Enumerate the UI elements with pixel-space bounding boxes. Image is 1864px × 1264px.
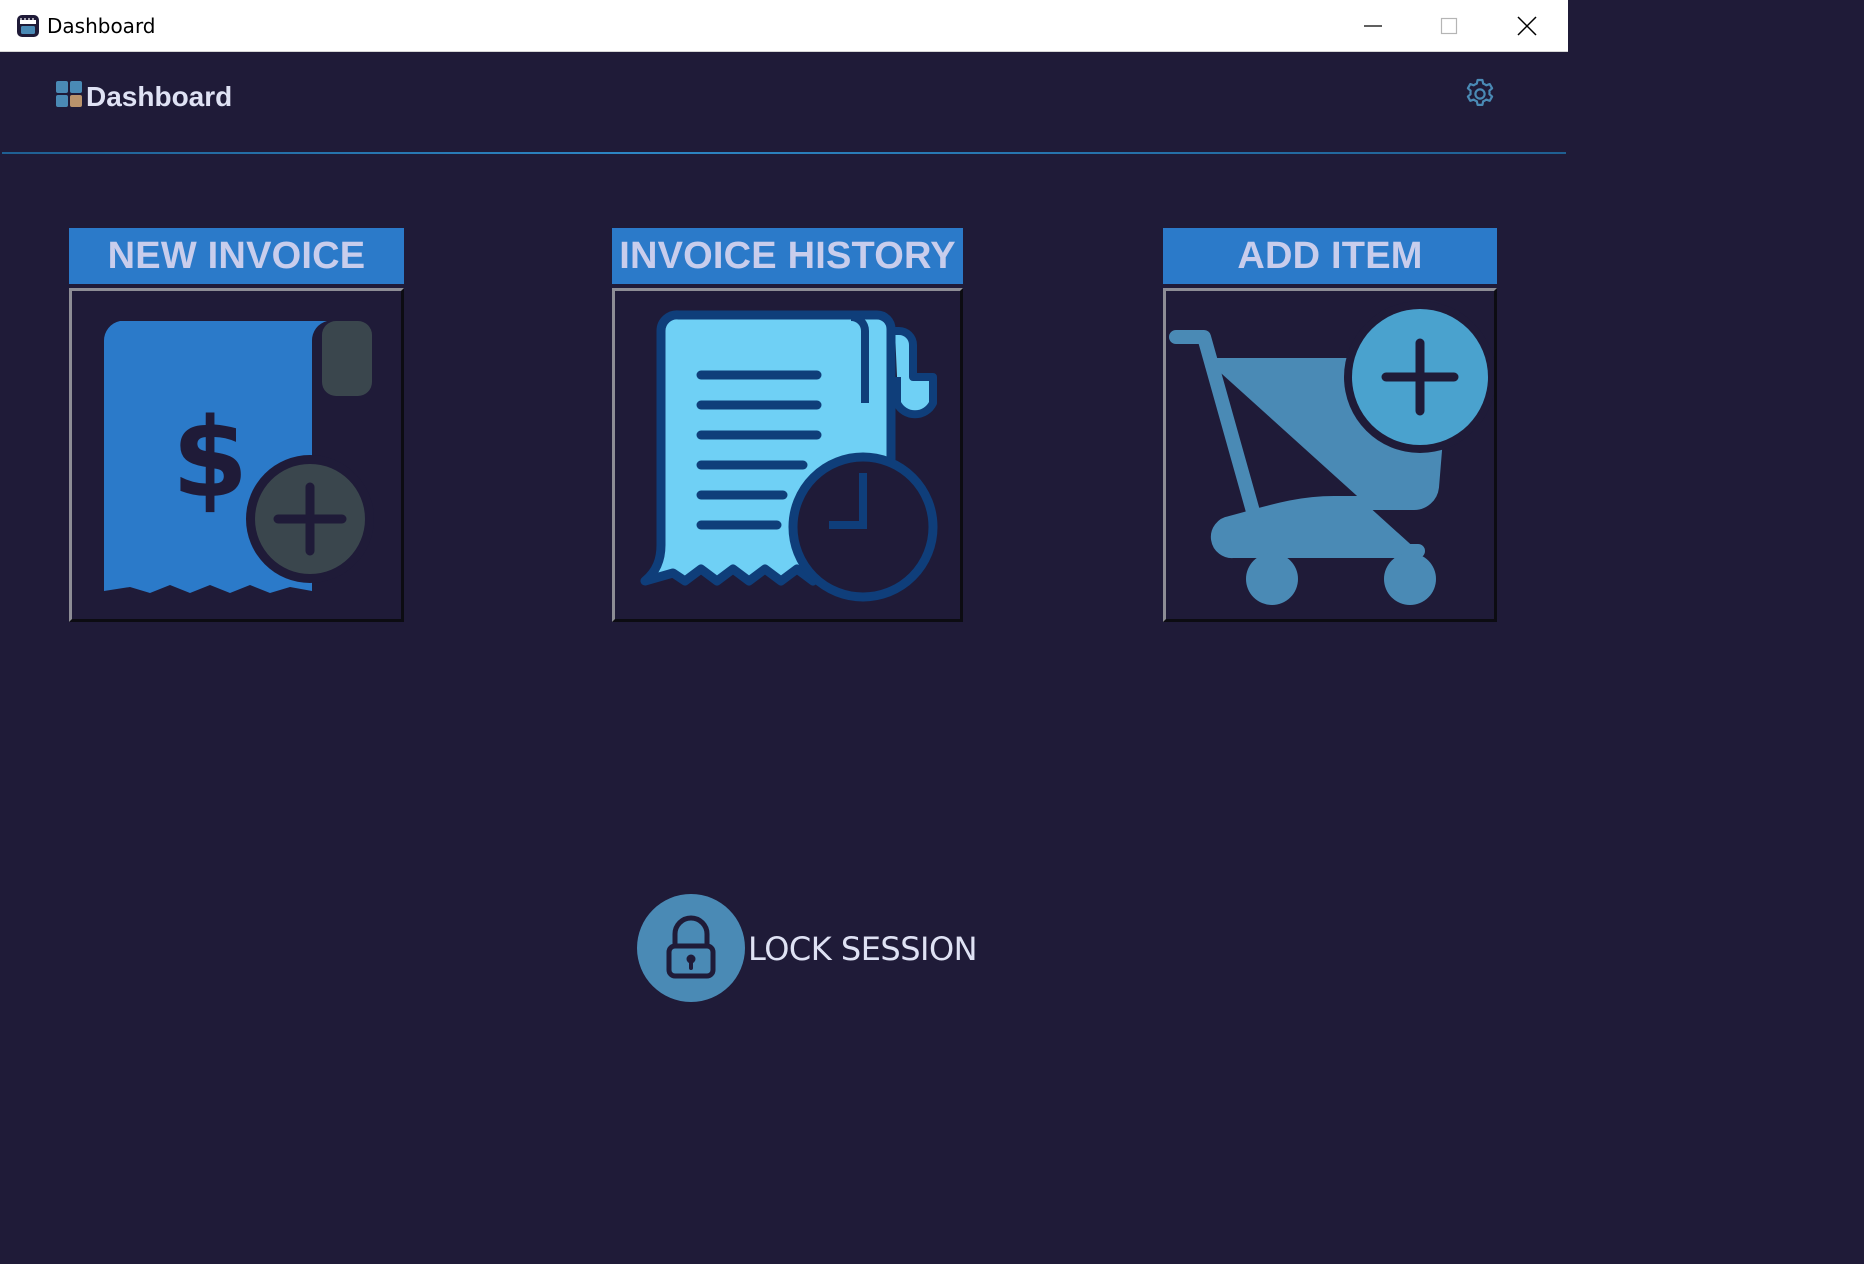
minimize-icon bbox=[1364, 25, 1382, 27]
maximize-icon bbox=[1440, 17, 1458, 35]
receipt-clock-icon bbox=[640, 310, 938, 602]
app-header: Dashboard bbox=[0, 52, 1568, 154]
close-button[interactable] bbox=[1488, 0, 1566, 52]
lock-session-label[interactable]: LOCK SESSION bbox=[748, 930, 978, 968]
svg-text:$: $ bbox=[172, 394, 249, 522]
add-item-button[interactable] bbox=[1163, 288, 1497, 622]
add-item-label: ADD ITEM bbox=[1163, 228, 1497, 284]
invoice-history-tile[interactable]: INVOICE HISTORY bbox=[612, 228, 963, 622]
cart-plus-icon bbox=[1169, 301, 1494, 605]
new-invoice-tile[interactable]: NEW INVOICE $ bbox=[69, 228, 404, 622]
padlock-icon bbox=[666, 915, 716, 979]
gear-icon[interactable] bbox=[1462, 76, 1498, 112]
window-title: Dashboard bbox=[47, 14, 156, 38]
lock-session-button[interactable] bbox=[637, 894, 745, 1002]
new-invoice-label: NEW INVOICE bbox=[69, 228, 404, 284]
app-window-icon bbox=[17, 15, 39, 37]
maximize-button[interactable] bbox=[1410, 0, 1488, 52]
new-invoice-button[interactable]: $ bbox=[69, 288, 404, 622]
minimize-button[interactable] bbox=[1334, 0, 1412, 52]
page-title: Dashboard bbox=[86, 81, 233, 112]
grid-squares-icon bbox=[56, 81, 82, 107]
receipt-dollar-plus-icon: $ bbox=[103, 321, 374, 593]
header-divider bbox=[2, 152, 1566, 154]
close-icon bbox=[1517, 16, 1537, 36]
invoice-history-button[interactable] bbox=[612, 288, 963, 622]
add-item-tile[interactable]: ADD ITEM bbox=[1163, 228, 1497, 622]
invoice-history-label: INVOICE HISTORY bbox=[612, 228, 963, 284]
window-titlebar: Dashboard bbox=[0, 0, 1568, 52]
